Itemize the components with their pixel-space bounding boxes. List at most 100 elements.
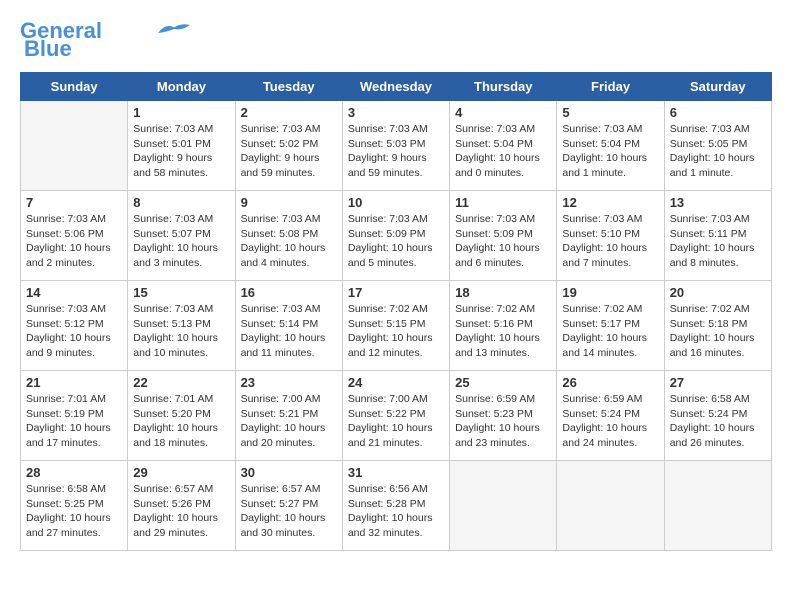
day-info-line: and 32 minutes. <box>348 527 423 539</box>
day-info: Sunrise: 7:03 AMSunset: 5:06 PMDaylight:… <box>26 212 122 271</box>
day-info-line: and 7 minutes. <box>562 257 631 269</box>
calendar-cell <box>664 461 771 551</box>
day-info-line: Daylight: 10 hours <box>348 242 433 254</box>
day-info-line: and 1 minute. <box>670 167 734 179</box>
day-info: Sunrise: 7:03 AMSunset: 5:09 PMDaylight:… <box>348 212 444 271</box>
day-number: 6 <box>670 105 766 120</box>
logo-bird-icon <box>154 20 194 38</box>
day-info-line: Sunrise: 7:03 AM <box>455 123 535 135</box>
day-info: Sunrise: 7:03 AMSunset: 5:12 PMDaylight:… <box>26 302 122 361</box>
day-info: Sunrise: 7:03 AMSunset: 5:04 PMDaylight:… <box>562 122 658 181</box>
calendar-cell: 16Sunrise: 7:03 AMSunset: 5:14 PMDayligh… <box>235 281 342 371</box>
day-number: 25 <box>455 375 551 390</box>
day-info-line: Sunrise: 7:02 AM <box>670 303 750 315</box>
day-info-line: Sunrise: 7:03 AM <box>133 213 213 225</box>
day-number: 27 <box>670 375 766 390</box>
calendar-cell: 18Sunrise: 7:02 AMSunset: 5:16 PMDayligh… <box>450 281 557 371</box>
day-number: 4 <box>455 105 551 120</box>
day-info-line: Daylight: 10 hours <box>455 152 540 164</box>
day-info-line: and 23 minutes. <box>455 437 530 449</box>
day-info-line: Sunset: 5:09 PM <box>348 228 426 240</box>
day-info: Sunrise: 7:01 AMSunset: 5:20 PMDaylight:… <box>133 392 229 451</box>
day-info-line: Daylight: 10 hours <box>455 332 540 344</box>
logo: General Blue <box>20 20 194 62</box>
day-info-line: and 11 minutes. <box>241 347 315 359</box>
calendar-cell: 13Sunrise: 7:03 AMSunset: 5:11 PMDayligh… <box>664 191 771 281</box>
day-number: 5 <box>562 105 658 120</box>
day-info-line: Sunrise: 7:01 AM <box>26 393 106 405</box>
day-info-line: Sunrise: 6:57 AM <box>133 483 213 495</box>
day-info-line: Sunset: 5:08 PM <box>241 228 319 240</box>
calendar-cell: 7 Sunrise: 7:03 AMSunset: 5:06 PMDaylight… <box>21 191 128 281</box>
day-number: 14 <box>26 285 122 300</box>
day-info-line: and 58 minutes. <box>133 167 208 179</box>
day-info-line: Sunrise: 7:03 AM <box>562 123 642 135</box>
day-info-line: Daylight: 10 hours <box>241 332 326 344</box>
calendar-cell: 26Sunrise: 6:59 AMSunset: 5:24 PMDayligh… <box>557 371 664 461</box>
day-info-line: Sunset: 5:06 PM <box>26 228 104 240</box>
day-info-line: Daylight: 10 hours <box>241 512 326 524</box>
day-info-line: Sunset: 5:02 PM <box>241 138 319 150</box>
calendar-cell: 29Sunrise: 6:57 AMSunset: 5:26 PMDayligh… <box>128 461 235 551</box>
day-number: 13 <box>670 195 766 210</box>
day-info-line: Sunrise: 6:56 AM <box>348 483 428 495</box>
day-info-line: and 16 minutes. <box>670 347 745 359</box>
logo-blue: Blue <box>24 36 72 62</box>
day-info: Sunrise: 7:00 AMSunset: 5:21 PMDaylight:… <box>241 392 337 451</box>
day-info-line: Sunrise: 7:03 AM <box>26 303 106 315</box>
calendar-cell: 4 Sunrise: 7:03 AMSunset: 5:04 PMDaylight… <box>450 101 557 191</box>
day-info-line: and 24 minutes. <box>562 437 637 449</box>
calendar-cell: 9Sunrise: 7:03 AMSunset: 5:08 PMDaylight… <box>235 191 342 281</box>
day-info-line: Daylight: 10 hours <box>348 332 433 344</box>
day-info-line: and 10 minutes. <box>133 347 208 359</box>
day-info-line: Sunset: 5:10 PM <box>562 228 640 240</box>
day-number: 29 <box>133 465 229 480</box>
day-info-line: Sunset: 5:12 PM <box>26 318 104 330</box>
day-number: 23 <box>241 375 337 390</box>
calendar-cell: 30Sunrise: 6:57 AMSunset: 5:27 PMDayligh… <box>235 461 342 551</box>
day-info-line: and 12 minutes. <box>348 347 423 359</box>
day-info-line: Sunset: 5:11 PM <box>670 228 747 240</box>
week-row-3: 14 Sunrise: 7:03 AM Sunset: 5:12 PM Dayligh… <box>21 281 772 371</box>
day-info-line: Sunset: 5:22 PM <box>348 408 426 420</box>
day-number: 1 <box>133 105 229 120</box>
calendar-cell: 11Sunrise: 7:03 AMSunset: 5:09 PMDayligh… <box>450 191 557 281</box>
day-info-line: Sunset: 5:21 PM <box>241 408 319 420</box>
day-number: 7 <box>26 195 122 210</box>
day-number: 17 <box>348 285 444 300</box>
day-info-line: and 21 minutes. <box>348 437 423 449</box>
calendar-cell: 15Sunrise: 7:03 AMSunset: 5:13 PMDayligh… <box>128 281 235 371</box>
day-info-line: and 20 minutes. <box>241 437 316 449</box>
day-info-line: and 6 minutes. <box>455 257 524 269</box>
calendar-cell: 31 Sunrise: 6:56 AM Sunset: 5:28 PM Dayligh… <box>342 461 449 551</box>
day-info-line: Sunset: 5:05 PM <box>670 138 748 150</box>
day-info-line: Daylight: 10 hours <box>133 422 218 434</box>
day-info-line: Daylight: 10 hours <box>241 242 326 254</box>
day-info-line: and 18 minutes. <box>133 437 208 449</box>
day-number: 26 <box>562 375 658 390</box>
day-info-line: Sunset: 5:24 PM <box>562 408 640 420</box>
day-number: 22 <box>133 375 229 390</box>
day-number: 15 <box>133 285 229 300</box>
day-info-line: Daylight: 10 hours <box>348 512 433 524</box>
day-number: 16 <box>241 285 337 300</box>
week-row-1: 1Sunrise: 7:03 AMSunset: 5:01 PMDaylight… <box>21 101 772 191</box>
day-info-line: Sunset: 5:28 PM <box>348 498 426 510</box>
calendar-body: 1Sunrise: 7:03 AMSunset: 5:01 PMDaylight… <box>21 101 772 551</box>
weekday-header-row: SundayMondayTuesdayWednesdayThursdayFrid… <box>21 73 772 101</box>
day-info-line: and 1 minute. <box>562 167 626 179</box>
day-info-line: Sunrise: 7:03 AM <box>348 123 428 135</box>
calendar-cell <box>557 461 664 551</box>
weekday-header-wednesday: Wednesday <box>342 73 449 101</box>
day-info: Sunrise: 7:03 AMSunset: 5:07 PMDaylight:… <box>133 212 229 271</box>
day-info-line: Sunrise: 7:03 AM <box>670 123 750 135</box>
calendar-cell: 19Sunrise: 7:02 AMSunset: 5:17 PMDayligh… <box>557 281 664 371</box>
day-info-line: Daylight: 10 hours <box>455 422 540 434</box>
day-info-line: Sunrise: 7:03 AM <box>670 213 750 225</box>
day-number: 3 <box>348 105 444 120</box>
day-info: Sunrise: 7:03 AMSunset: 5:04 PMDaylight:… <box>455 122 551 181</box>
day-info-line: Sunrise: 6:58 AM <box>26 483 106 495</box>
day-info-line: Sunset: 5:14 PM <box>241 318 319 330</box>
day-number: 31 <box>348 465 444 480</box>
weekday-header-thursday: Thursday <box>450 73 557 101</box>
